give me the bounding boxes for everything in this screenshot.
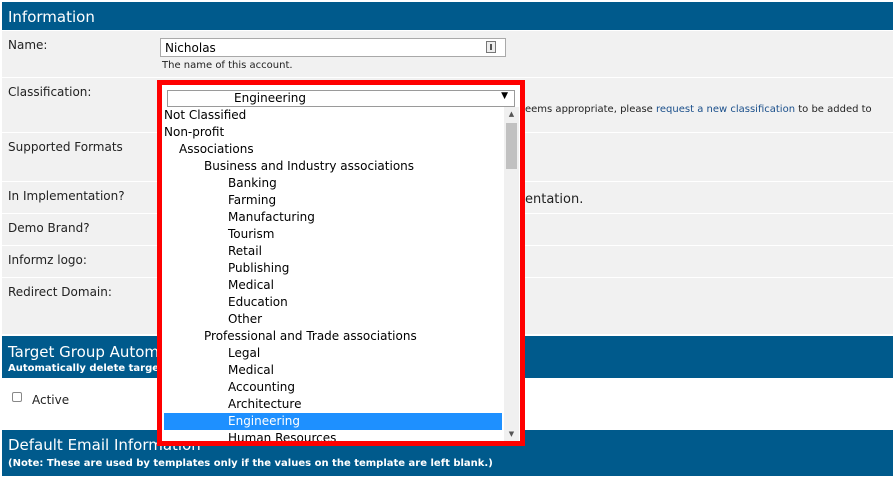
- option[interactable]: Medical: [164, 277, 502, 294]
- option-selected[interactable]: Engineering: [164, 413, 502, 430]
- target-group-title: Target Group Autom: [8, 343, 160, 361]
- options-scrollbar[interactable]: ▲ ▼: [504, 107, 519, 441]
- classification-selected-value: Engineering: [234, 91, 306, 105]
- option[interactable]: Non-profit: [164, 124, 502, 141]
- classification-options-list[interactable]: Not Classified Non-profit Associations Busi…: [164, 107, 502, 441]
- option[interactable]: Manufacturing: [164, 209, 502, 226]
- classification-hint-text: eems appropriate, please: [525, 104, 657, 115]
- scroll-down-icon[interactable]: ▼: [504, 427, 519, 441]
- information-header: Information: [2, 2, 893, 30]
- classification-hint-tail: to be added to: [795, 104, 872, 115]
- informz-logo-label: Informz logo:: [8, 253, 87, 267]
- name-hint: The name of this account.: [162, 60, 293, 71]
- option[interactable]: Banking: [164, 175, 502, 192]
- option[interactable]: Retail: [164, 243, 502, 260]
- scroll-up-icon[interactable]: ▲: [504, 107, 519, 121]
- option[interactable]: Farming: [164, 192, 502, 209]
- dropdown-arrow-icon[interactable]: ▼: [501, 91, 508, 101]
- classification-hint: eems appropriate, please request a new c…: [525, 104, 872, 115]
- scroll-thumb[interactable]: [506, 123, 517, 169]
- target-group-subtitle: Automatically delete target g: [8, 363, 175, 374]
- supported-formats-label: Supported Formats: [8, 140, 123, 154]
- option[interactable]: Architecture: [164, 396, 502, 413]
- in-implementation-label: In Implementation?: [8, 189, 125, 203]
- active-checkbox[interactable]: [12, 392, 22, 402]
- default-email-subtitle: (Note: These are used by templates only …: [8, 458, 493, 469]
- name-label: Name:: [8, 38, 48, 52]
- classification-select[interactable]: Engineering ▼: [167, 90, 515, 107]
- request-classification-link[interactable]: request a new classification: [656, 104, 795, 115]
- option[interactable]: Not Classified: [164, 107, 502, 124]
- name-input[interactable]: [160, 38, 506, 57]
- option[interactable]: Medical: [164, 362, 502, 379]
- active-label: Active: [32, 393, 70, 407]
- information-title: Information: [8, 8, 95, 26]
- option[interactable]: Tourism: [164, 226, 502, 243]
- option[interactable]: Publishing: [164, 260, 502, 277]
- option[interactable]: Other: [164, 311, 502, 328]
- option[interactable]: Accounting: [164, 379, 502, 396]
- option[interactable]: Education: [164, 294, 502, 311]
- option[interactable]: Legal: [164, 345, 502, 362]
- option[interactable]: Associations: [164, 141, 502, 158]
- contact-card-icon[interactable]: [486, 41, 496, 53]
- classification-dropdown[interactable]: Engineering ▼ Not Classified Non-profit As…: [157, 80, 525, 446]
- option[interactable]: Human Resources: [164, 430, 502, 441]
- demo-brand-label: Demo Brand?: [8, 221, 90, 235]
- in-implementation-text: entation.: [525, 192, 584, 207]
- redirect-domain-label: Redirect Domain:: [8, 285, 112, 299]
- option[interactable]: Business and Industry associations: [164, 158, 502, 175]
- option[interactable]: Professional and Trade associations: [164, 328, 502, 345]
- classification-label: Classification:: [8, 85, 92, 99]
